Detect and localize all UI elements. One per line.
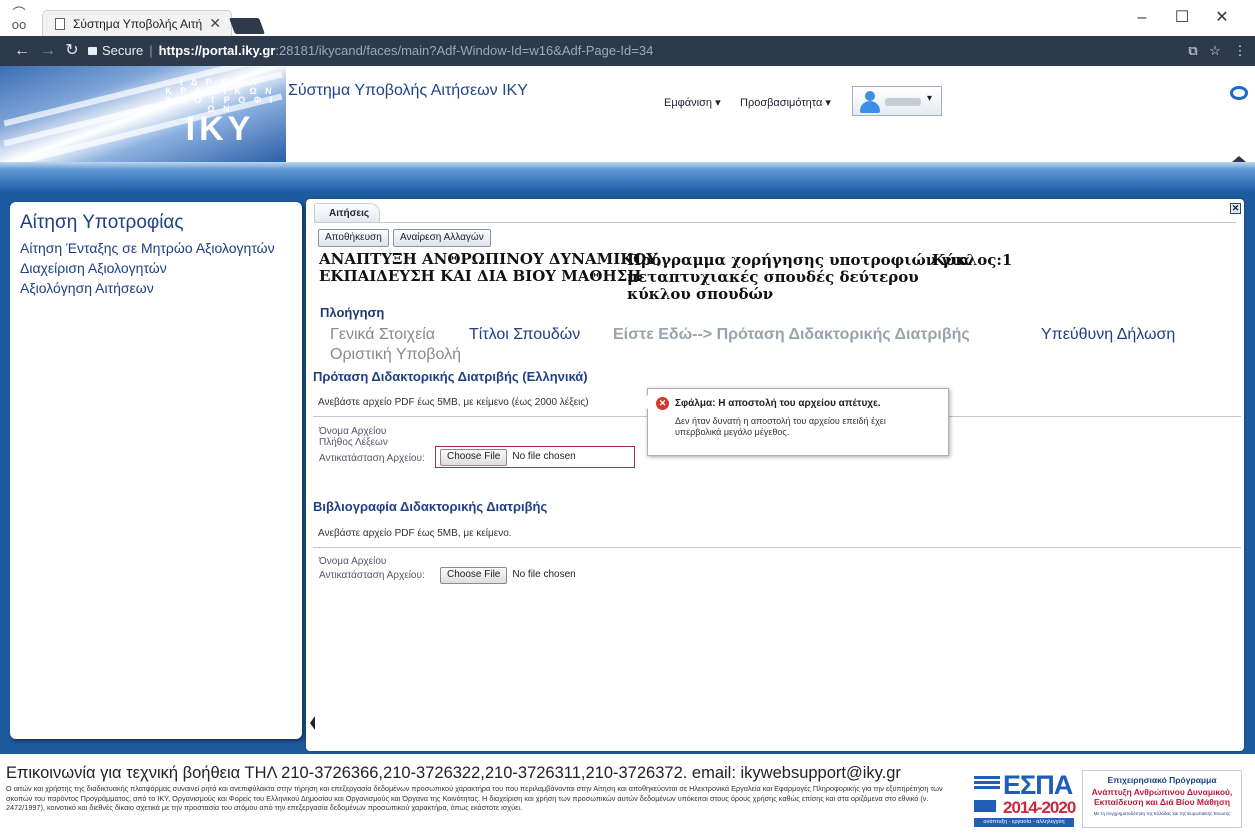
- forward-icon[interactable]: →: [38, 41, 58, 61]
- error-icon: ✕: [656, 397, 669, 410]
- iky-logo: Ι Δ Ρ Υ Μ Α Κ Ρ Α Τ Ι Κ Ω Ν Υ Π Ο Τ Ρ Ο …: [0, 66, 286, 162]
- cycle-label: Κύκλος:1: [932, 251, 1013, 269]
- secure-label: Secure: [102, 43, 144, 58]
- nav-general-info[interactable]: Γενικά Στοιχεία: [330, 326, 435, 344]
- nav-current-step: Είστε Εδώ--> Πρόταση Διδακτορικής Διατρι…: [613, 326, 970, 343]
- bibliography-replace-label: Αντικατάσταση Αρχείου:: [319, 570, 425, 581]
- address-bar[interactable]: Secure | https://portal.iky.gr:28181/ikyca…: [88, 41, 1208, 61]
- chrome-menu-icon[interactable]: ⋮: [1230, 41, 1250, 61]
- user-menu[interactable]: ▾: [852, 86, 942, 116]
- section-proposal-instructions: Ανεβάστε αρχείο PDF έως 5MB, με κείμενο …: [318, 397, 589, 408]
- bibliography-filename-label: Όνομα Αρχείου: [319, 556, 387, 567]
- footer-contact: Επικοινωνία για τεχνική βοήθεια ΤΗΛ 210-…: [6, 764, 901, 782]
- bibliography-file-input[interactable]: Choose File No file chosen: [440, 567, 576, 587]
- navigation-title: Πλοήγηση: [320, 305, 385, 320]
- bookmark-star-icon[interactable]: ☆: [1205, 41, 1225, 61]
- program-area-line1: ΑΝΑΠΤΥΞΗ ΑΝΘΡΩΠΙΝΟΥ ΔΥΝΑΜΙΚΟΥ,: [319, 250, 663, 268]
- sidebar-item-application-evaluation[interactable]: Αξιολόγηση Αιτήσεων: [20, 280, 154, 296]
- reload-icon[interactable]: ↻: [62, 41, 82, 61]
- footer-legal: Ο αιτών και χρήστης της διαδικτυακής πλα…: [6, 784, 943, 812]
- sidebar-title[interactable]: Αίτηση Υποτροφίας: [20, 212, 184, 234]
- choose-file-button[interactable]: Choose File: [440, 449, 508, 466]
- url-host: https://portal.iky.gr: [158, 43, 276, 58]
- sidebar: Αίτηση Υποτροφίας Αίτηση Ένταξης σε Μητρ…: [10, 202, 302, 739]
- sidebar-item-evaluator-management[interactable]: Διαχείριση Αξιολογητών: [20, 260, 167, 276]
- espa-logo: ΕΣΠΑ 2014-2020 ανάπτυξη - εργασία - αλλη…: [972, 770, 1077, 828]
- operational-programme-logo: Επιχειρησιακό Πρόγραμμα Ανάπτυξη Ανθρώπι…: [1082, 770, 1242, 828]
- logo-big-text: ΙΚΥ: [185, 110, 255, 148]
- tab-applications[interactable]: Αιτήσεις: [314, 203, 380, 223]
- username-redacted: [885, 98, 921, 106]
- browser-toolbar: ← → ↻ Secure | https://portal.iky.gr:28181…: [0, 36, 1255, 66]
- user-avatar-icon: [859, 91, 881, 113]
- url-path: :28181/ikycand/faces/main?Adf-Window-Id=…: [275, 43, 654, 58]
- translate-icon[interactable]: ⧉: [1183, 41, 1203, 61]
- footer: Επικοινωνία για τεχνική βοήθεια ΤΗΛ 210-…: [0, 754, 1255, 836]
- maximize-button[interactable]: ☐: [1162, 6, 1202, 30]
- section-proposal-title: Πρόταση Διδακτορικής Διατριβής (Ελληνικά…: [313, 369, 588, 384]
- page-icon: [55, 18, 65, 30]
- wordcount-label: Πλήθος Λέξεων: [319, 437, 388, 448]
- espa-years: 2014-2020: [1003, 798, 1076, 817]
- op-line3: Με τη συγχρηματοδότηση της Ελλάδας και τ…: [1093, 811, 1231, 816]
- error-message: Δεν ήταν δυνατή η αποστολή του αρχείου ε…: [675, 416, 886, 437]
- tab-close-icon[interactable]: ✕: [209, 15, 221, 32]
- program-line1: Πρόγραμμα χορήγησης υποτροφιών για: [627, 251, 971, 269]
- accessibility-menu[interactable]: Προσβασιμότητα ▾: [740, 96, 831, 109]
- app-title: Σύστημα Υποβολής Αιτήσεων ΙΚΥ: [288, 82, 528, 99]
- view-menu[interactable]: Εμφάνιση ▾: [664, 96, 721, 109]
- no-file-text: No file chosen: [512, 569, 576, 580]
- logo-small-text: Ι Δ Ρ Υ Μ Α Κ Ρ Α Τ Ι Κ Ω Ν Υ Π Ο Τ Ρ Ο …: [164, 77, 276, 114]
- espa-slogan: ανάπτυξη - εργασία - αλληλεγγύη: [974, 818, 1074, 827]
- undo-changes-button[interactable]: Αναίρεση Αλλαγών: [393, 229, 491, 247]
- tab-title: Σύστημα Υποβολής Αιτή: [73, 17, 203, 31]
- error-title: Σφάλμα: Η αποστολή του αρχείου απέτυχε.: [675, 398, 881, 409]
- browser-tab[interactable]: Σύστημα Υποβολής Αιτή ✕: [42, 10, 232, 36]
- back-icon[interactable]: ←: [12, 41, 32, 61]
- no-file-text: No file chosen: [512, 451, 576, 462]
- minimize-button[interactable]: –: [1122, 6, 1162, 30]
- proposal-file-input[interactable]: Choose File No file chosen: [440, 449, 576, 469]
- close-panel-icon[interactable]: ✕: [1230, 203, 1241, 214]
- sidebar-item-evaluator-registry[interactable]: Αίτηση Ένταξης σε Μητρώο Αξιολογητών: [20, 240, 275, 256]
- op-line2: Ανάπτυξη Ανθρώπινου Δυναμικού, Εκπαίδευσ…: [1091, 787, 1233, 807]
- program-line2: μεταπτυχιακές σπουδές δεύτερου: [627, 268, 919, 286]
- choose-file-button[interactable]: Choose File: [440, 567, 508, 584]
- help-icon[interactable]: [1230, 86, 1248, 100]
- chevron-down-icon: ▾: [927, 93, 933, 104]
- incognito-icon: ⌒ oo: [11, 6, 27, 32]
- program-area-line2: ΕΚΠΑΙΔΕΥΣΗ ΚΑΙ ΔΙΑ ΒΙΟΥ ΜΑΘΗΣΗ: [319, 267, 642, 285]
- nav-final-submission[interactable]: Οριστική Υποβολή: [330, 346, 461, 364]
- app-header: Ι Δ Ρ Υ Μ Α Κ Ρ Α Τ Ι Κ Ω Ν Υ Π Ο Τ Ρ Ο …: [0, 66, 1255, 162]
- new-tab-button[interactable]: [229, 18, 265, 34]
- replace-file-label: Αντικατάσταση Αρχείου:: [319, 453, 425, 464]
- nav-declaration[interactable]: Υπεύθυνη Δήλωση: [1041, 326, 1175, 344]
- nav-degrees[interactable]: Τίτλοι Σπουδών: [469, 326, 580, 344]
- lock-icon: [88, 47, 97, 55]
- save-button[interactable]: Αποθήκευση: [318, 229, 389, 247]
- espa-word: ΕΣΠΑ: [1003, 770, 1073, 800]
- program-line3: κύκλου σπουδών: [627, 285, 774, 303]
- section-bibliography-instructions: Ανεβάστε αρχείο PDF έως 5MB, με κείμενο.: [318, 528, 512, 539]
- browser-titlebar: ⌒ oo Σύστημα Υποβολής Αιτή ✕ – ☐ ✕: [0, 0, 1255, 36]
- eu-flag-icon: [974, 776, 1000, 792]
- section-bibliography-title: Βιβλιογραφία Διδακτορικής Διατριβής: [313, 499, 548, 514]
- filename-label: Όνομα Αρχείου: [319, 426, 387, 437]
- op-line1: Επιχειρησιακό Πρόγραμμα: [1107, 775, 1217, 785]
- close-window-button[interactable]: ✕: [1202, 6, 1242, 30]
